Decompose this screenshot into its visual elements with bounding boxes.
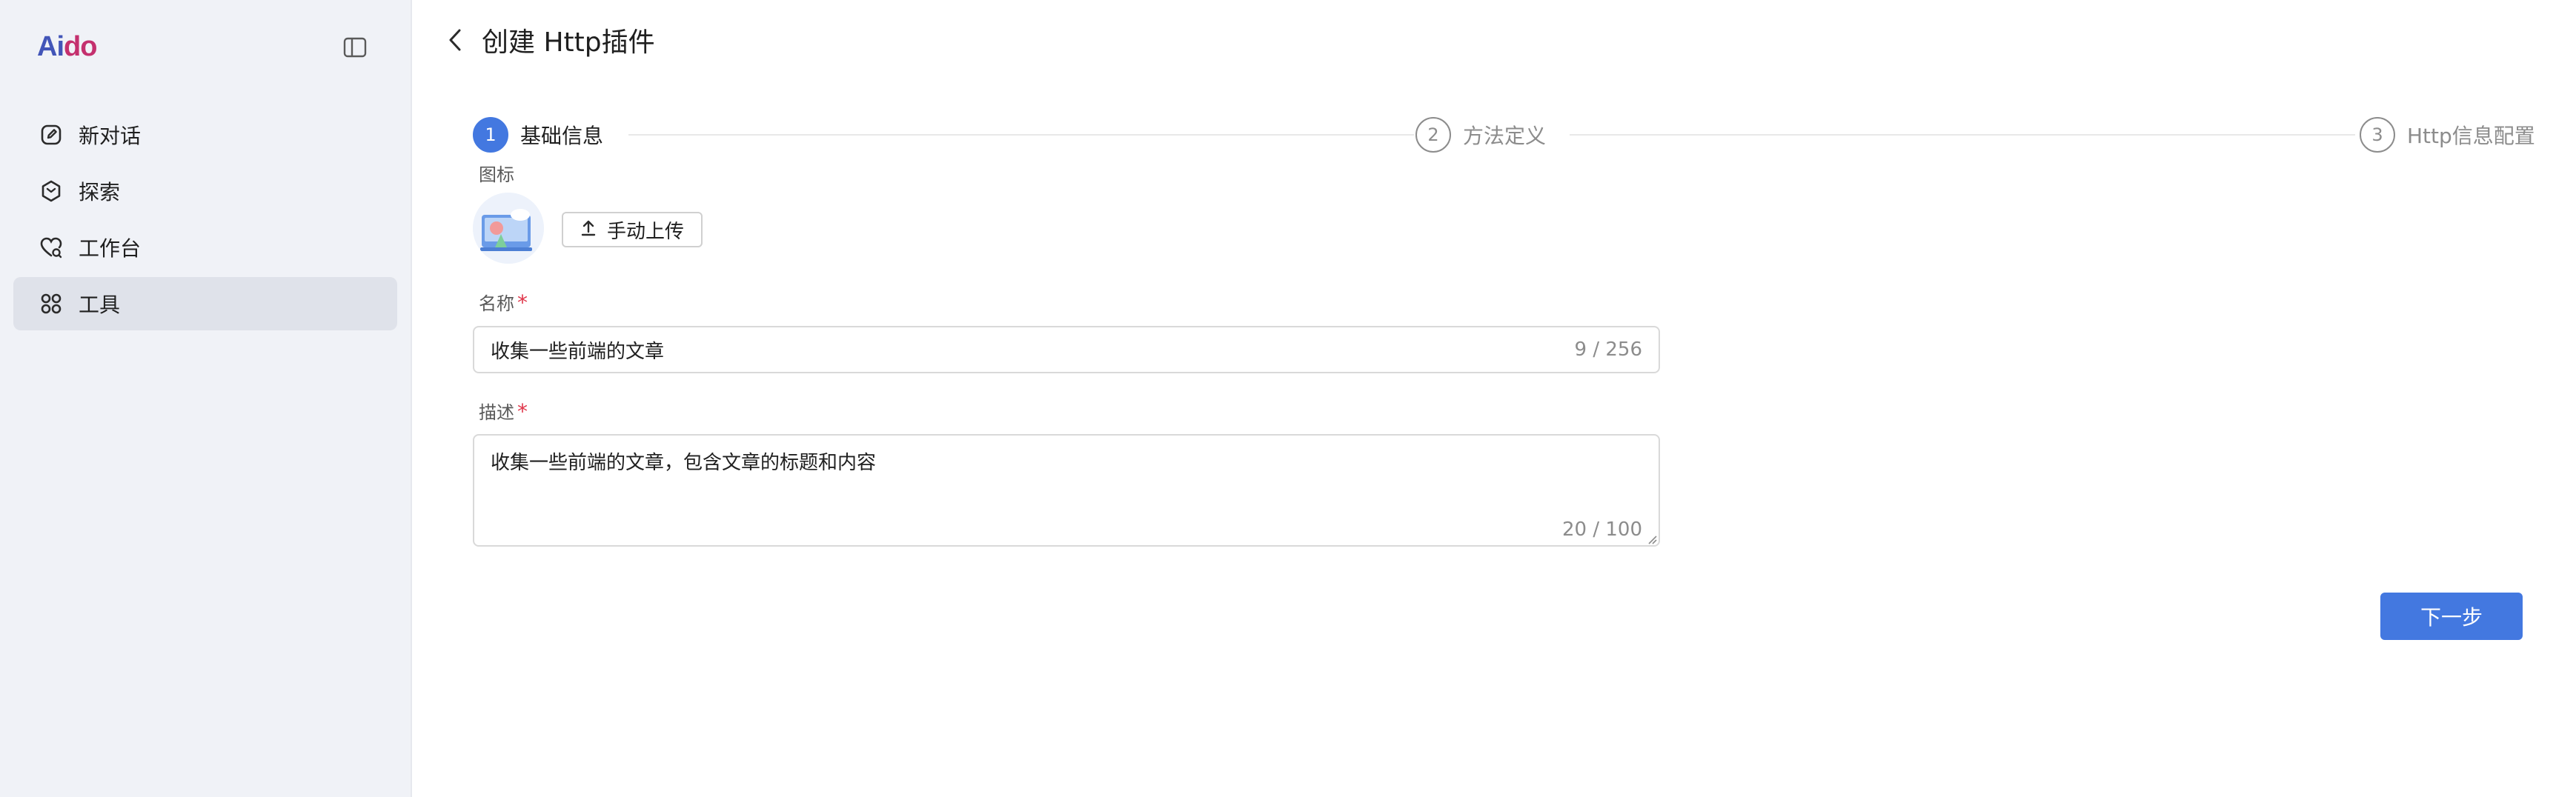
sidebar-toggle-icon[interactable] <box>342 36 368 59</box>
icon-field-label: 图标 <box>479 164 514 185</box>
step-label: 基础信息 <box>520 124 604 148</box>
page-title: 创建 Http插件 <box>482 27 655 58</box>
step-basic-info[interactable]: 1 基础信息 <box>473 117 603 153</box>
step-label: Http信息配置 <box>2407 124 2535 148</box>
plugin-icon-image[interactable] <box>473 193 544 264</box>
step-method-definition[interactable]: 2 方法定义 <box>1415 117 1546 153</box>
name-input-value[interactable]: 收集一些前端的文章 <box>491 336 1575 364</box>
required-mark: * <box>517 290 528 315</box>
sidebar: Aido 新对话 探索 工作台 工具 <box>0 0 412 797</box>
upload-button-label: 手动上传 <box>606 220 684 243</box>
required-mark: * <box>517 399 528 424</box>
next-step-button[interactable]: 下一步 <box>2380 593 2523 640</box>
step-connector <box>628 134 1414 136</box>
sidebar-nav: 新对话 探索 工作台 工具 <box>13 108 397 333</box>
name-input[interactable]: 收集一些前端的文章 9 / 256 <box>473 326 1660 373</box>
description-textarea[interactable]: 收集一些前端的文章，包含文章的标题和内容 20 / 100 <box>473 434 1660 547</box>
description-char-count: 20 / 100 <box>1562 518 1642 541</box>
manual-upload-button[interactable]: 手动上传 <box>562 212 703 247</box>
step-number: 1 <box>473 117 508 153</box>
name-field-label: 名称 * <box>479 290 528 315</box>
resize-handle-icon[interactable] <box>1647 533 1657 544</box>
sidebar-item-label: 工作台 <box>79 236 142 261</box>
sidebar-item-new-chat[interactable]: 新对话 <box>13 108 397 161</box>
sidebar-item-label: 探索 <box>79 180 121 204</box>
back-arrow-icon[interactable] <box>439 24 471 56</box>
app-logo[interactable]: Aido <box>37 31 97 63</box>
step-http-config[interactable]: 3 Http信息配置 <box>2360 117 2535 153</box>
page-header: 创建 Http插件 <box>414 16 655 64</box>
sidebar-item-label: 工具 <box>79 293 121 317</box>
step-number: 2 <box>1415 117 1451 153</box>
sidebar-item-workbench[interactable]: 工作台 <box>13 221 397 274</box>
main-content: 创建 Http插件 1 基础信息 2 方法定义 3 Http信息配置 图标 手动… <box>414 0 2576 797</box>
sidebar-item-tools[interactable]: 工具 <box>13 277 397 330</box>
step-label: 方法定义 <box>1463 124 1547 148</box>
name-char-count: 9 / 256 <box>1574 339 1642 361</box>
upload-icon <box>580 219 597 240</box>
sidebar-item-explore[interactable]: 探索 <box>13 164 397 218</box>
description-value[interactable]: 收集一些前端的文章，包含文章的标题和内容 <box>491 447 1642 475</box>
apps-grid-icon <box>39 291 64 316</box>
sidebar-item-label: 新对话 <box>79 124 142 148</box>
step-connector <box>1570 134 2355 136</box>
heart-chat-icon <box>39 235 64 260</box>
description-field-label: 描述 * <box>479 399 528 424</box>
edit-icon <box>39 122 64 147</box>
compass-icon <box>39 179 64 204</box>
stepper: 1 基础信息 2 方法定义 3 Http信息配置 <box>473 117 2573 153</box>
step-number: 3 <box>2360 117 2395 153</box>
